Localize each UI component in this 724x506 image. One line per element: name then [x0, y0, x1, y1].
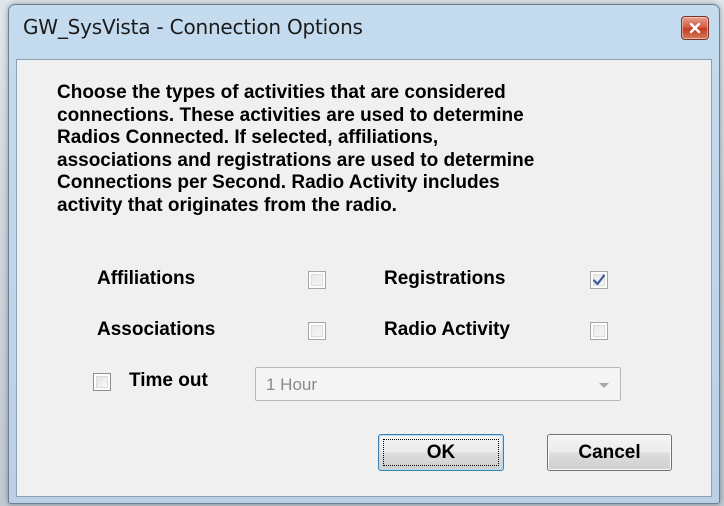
title-bar[interactable]: GW_SysVista - Connection Options — [9, 5, 719, 59]
dialog-content: Choose the types of activities that are … — [16, 59, 712, 497]
dialog-window: GW_SysVista - Connection Options Choose … — [8, 4, 720, 504]
registrations-label: Registrations — [384, 268, 506, 289]
cancel-button-label: Cancel — [578, 441, 641, 463]
radio-activity-checkbox[interactable] — [590, 322, 608, 340]
close-icon — [689, 22, 701, 34]
timeout-label: Time out — [129, 370, 208, 391]
timeout-dropdown[interactable]: 1 Hour — [255, 367, 621, 401]
timeout-selected-value: 1 Hour — [266, 375, 318, 394]
checkmark-icon — [592, 274, 606, 286]
radio-activity-label: Radio Activity — [384, 319, 510, 340]
chevron-down-icon — [599, 383, 609, 388]
cancel-button[interactable]: Cancel — [547, 434, 672, 471]
description-text: Choose the types of activities that are … — [57, 82, 535, 216]
close-button[interactable] — [681, 16, 709, 40]
ok-button[interactable]: OK — [378, 434, 504, 471]
associations-checkbox[interactable] — [308, 322, 326, 340]
associations-label: Associations — [97, 319, 216, 340]
focus-rectangle — [383, 439, 499, 466]
registrations-checkbox[interactable] — [590, 271, 608, 289]
timeout-checkbox[interactable] — [93, 373, 111, 391]
affiliations-checkbox[interactable] — [308, 271, 326, 289]
window-title: GW_SysVista - Connection Options — [23, 15, 363, 39]
affiliations-label: Affiliations — [97, 268, 196, 289]
